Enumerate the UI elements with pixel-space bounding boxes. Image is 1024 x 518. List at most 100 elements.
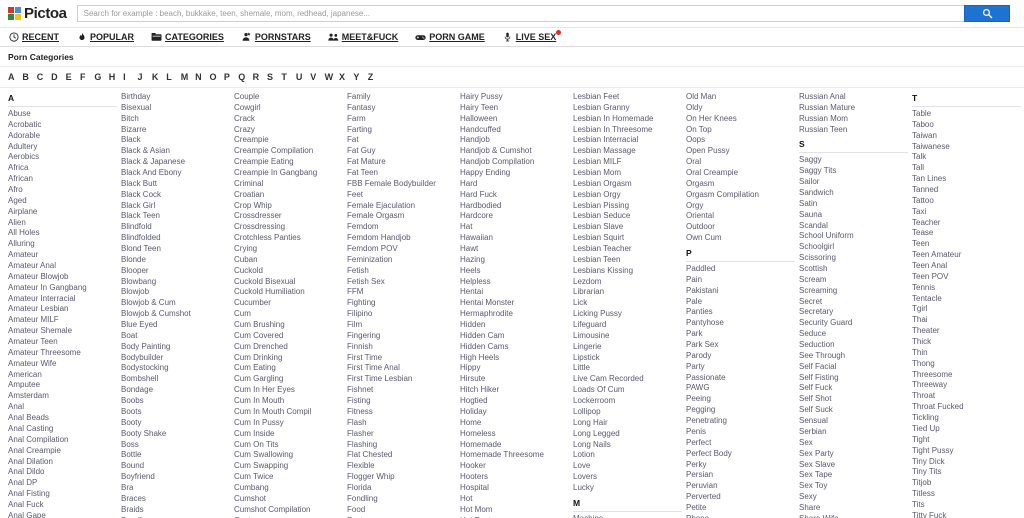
category-link[interactable]: Adultery	[8, 142, 117, 153]
category-link[interactable]: Lovers	[573, 472, 682, 483]
category-link[interactable]: Hooker	[460, 461, 569, 472]
category-link[interactable]: Amateur Blowjob	[8, 272, 117, 283]
nav-item-recent[interactable]: RECENT	[8, 32, 59, 43]
category-link[interactable]: Lesbian MILF	[573, 157, 682, 168]
category-link[interactable]: Serbian	[799, 427, 908, 438]
category-link[interactable]: Fat	[347, 135, 456, 146]
category-link[interactable]: Persian	[686, 470, 795, 481]
category-link[interactable]: Thin	[912, 348, 1021, 359]
category-link[interactable]: Satin	[799, 199, 908, 210]
category-link[interactable]: Pakistani	[686, 286, 795, 297]
category-link[interactable]: Scissoring	[799, 253, 908, 264]
category-link[interactable]: Old Man	[686, 92, 795, 103]
category-link[interactable]: Oldy	[686, 103, 795, 114]
category-link[interactable]: Saggy Tits	[799, 166, 908, 177]
alphabet-letter-e[interactable]: E	[66, 72, 80, 82]
category-link[interactable]: Cum Brushing	[234, 320, 343, 331]
category-link[interactable]: Boots	[121, 407, 230, 418]
category-link[interactable]: Penetrating	[686, 416, 795, 427]
category-link[interactable]: Love	[573, 461, 682, 472]
category-link[interactable]: Crossdresser	[234, 211, 343, 222]
nav-item-popular[interactable]: POPULAR	[76, 32, 134, 43]
category-link[interactable]: Cum Swallowing	[234, 450, 343, 461]
category-link[interactable]: Throat	[912, 391, 1021, 402]
category-link[interactable]: Lesbian Seduce	[573, 211, 682, 222]
alphabet-letter-u[interactable]: U	[296, 72, 310, 82]
category-link[interactable]: Perfect	[686, 438, 795, 449]
category-link[interactable]: Florida	[347, 483, 456, 494]
category-link[interactable]: Female Orgasm	[347, 211, 456, 222]
category-link[interactable]: Bra	[121, 483, 230, 494]
search-input[interactable]	[76, 5, 964, 22]
category-link[interactable]: Helpless	[460, 277, 569, 288]
category-link[interactable]: Cum Covered	[234, 331, 343, 342]
category-link[interactable]: Hot	[460, 494, 569, 505]
category-link[interactable]: Africa	[8, 163, 117, 174]
category-link[interactable]: Farting	[347, 125, 456, 136]
category-link[interactable]: Lesbian In Homemade	[573, 114, 682, 125]
category-link[interactable]: Russian Anal	[799, 92, 908, 103]
category-link[interactable]: Machine	[573, 514, 682, 518]
category-link[interactable]: Cuckold Humiliation	[234, 287, 343, 298]
category-link[interactable]: Body Painting	[121, 342, 230, 353]
category-link[interactable]: Threesome	[912, 370, 1021, 381]
category-link[interactable]: Fitness	[347, 407, 456, 418]
category-link[interactable]: Lesbian Slave	[573, 222, 682, 233]
category-link[interactable]: Tall	[912, 163, 1021, 174]
category-link[interactable]: Blowjob & Cum	[121, 298, 230, 309]
category-link[interactable]: Booty Shake	[121, 429, 230, 440]
category-link[interactable]: Adorable	[8, 131, 117, 142]
category-link[interactable]: Lesbians Kissing	[573, 266, 682, 277]
category-link[interactable]: Seduction	[799, 340, 908, 351]
category-link[interactable]: All Holes	[8, 228, 117, 239]
category-link[interactable]: Homemade	[460, 440, 569, 451]
category-link[interactable]: Feminization	[347, 255, 456, 266]
category-link[interactable]: Sex	[799, 438, 908, 449]
category-link[interactable]: Creampie Compilation	[234, 146, 343, 157]
category-link[interactable]: Hardbodied	[460, 201, 569, 212]
category-link[interactable]: Titjob	[912, 478, 1021, 489]
category-link[interactable]: Live Cam Recorded	[573, 374, 682, 385]
alphabet-letter-h[interactable]: H	[109, 72, 123, 82]
nav-item-pornstars[interactable]: PORNSTARS	[241, 32, 311, 43]
category-link[interactable]: Oriental	[686, 211, 795, 222]
category-link[interactable]: Sandwich	[799, 188, 908, 199]
category-link[interactable]: Amateur Interracial	[8, 294, 117, 305]
category-link[interactable]: Self Shot	[799, 394, 908, 405]
category-link[interactable]: Crazy	[234, 125, 343, 136]
category-link[interactable]: Titty Fuck	[912, 511, 1021, 518]
category-link[interactable]: Tgirl	[912, 304, 1021, 315]
category-link[interactable]: Anal Compilation	[8, 435, 117, 446]
category-link[interactable]: Blowjob	[121, 287, 230, 298]
category-link[interactable]: Peruvian	[686, 481, 795, 492]
category-link[interactable]: Tennis	[912, 283, 1021, 294]
category-link[interactable]: On Her Knees	[686, 114, 795, 125]
category-link[interactable]: Holiday	[460, 407, 569, 418]
category-link[interactable]: Scandal	[799, 221, 908, 232]
category-link[interactable]: Pantyhose	[686, 318, 795, 329]
category-link[interactable]: Flogger Whip	[347, 472, 456, 483]
category-link[interactable]: Tease	[912, 228, 1021, 239]
category-link[interactable]: Long Hair	[573, 418, 682, 429]
category-link[interactable]: Lezdom	[573, 277, 682, 288]
category-link[interactable]: Finnish	[347, 342, 456, 353]
category-link[interactable]: Flasher	[347, 429, 456, 440]
category-link[interactable]: Hospital	[460, 483, 569, 494]
category-link[interactable]: FBB Female Bodybuilder	[347, 179, 456, 190]
category-link[interactable]: Cum Inside	[234, 429, 343, 440]
category-link[interactable]: Saggy	[799, 155, 908, 166]
category-link[interactable]: Lesbian Massage	[573, 146, 682, 157]
category-link[interactable]: Cum In Pussy	[234, 418, 343, 429]
category-link[interactable]: Aged	[8, 196, 117, 207]
category-link[interactable]: Fantasy	[347, 103, 456, 114]
category-link[interactable]: Boyfriend	[121, 472, 230, 483]
category-link[interactable]: Self Fisting	[799, 373, 908, 384]
category-link[interactable]: Oops	[686, 135, 795, 146]
category-link[interactable]: Librarian	[573, 287, 682, 298]
category-link[interactable]: Crack	[234, 114, 343, 125]
category-link[interactable]: Petite	[686, 503, 795, 514]
category-link[interactable]: Sex Toy	[799, 481, 908, 492]
category-link[interactable]: Femdom	[347, 222, 456, 233]
category-link[interactable]: Teen Anal	[912, 261, 1021, 272]
alphabet-letter-y[interactable]: Y	[353, 72, 367, 82]
